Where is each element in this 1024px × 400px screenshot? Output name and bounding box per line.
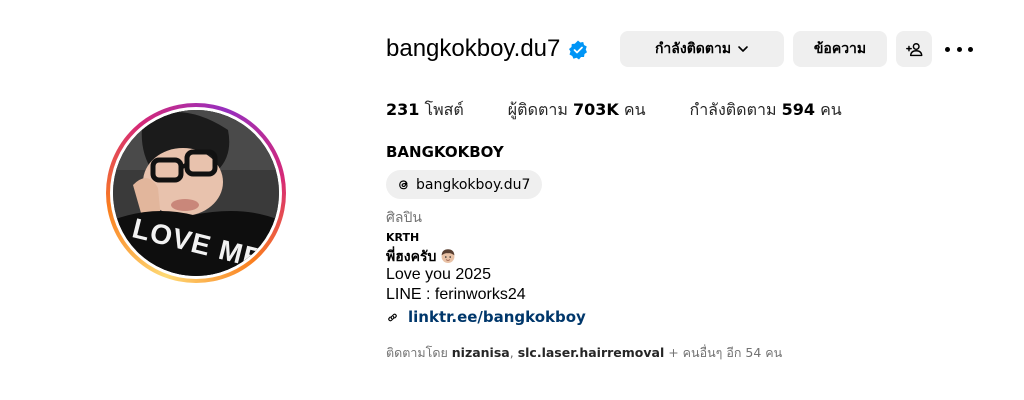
more-dot (945, 46, 950, 52)
bio-line-2: Love you 2025 (386, 266, 491, 283)
profile-stats: 231 โพสต์ ผู้ติดตาม 703K คน กำลังติดตาม … (386, 97, 886, 123)
bio-line-3: LINE : ferinworks24 (386, 286, 526, 303)
following-count: 594 (781, 99, 815, 119)
posts-label: โพสต์ (424, 99, 464, 119)
avatar-photo: LOVE ME (113, 110, 279, 276)
more-options-icon[interactable] (945, 38, 973, 60)
followers-unit: คน (623, 99, 646, 119)
more-dot (956, 46, 962, 52)
message-button-label: ข้อความ (813, 41, 867, 57)
more-dot (968, 46, 973, 52)
bio-tag: KRTH (386, 231, 420, 244)
followed-by[interactable]: ติดตามโดย nizanisa, slc.laser.hairremova… (386, 343, 782, 363)
profile-avatar[interactable]: LOVE ME (106, 103, 286, 283)
posts-count: 231 (386, 99, 420, 119)
following-stat[interactable]: กำลังติดตาม 594 คน (690, 98, 842, 123)
add-person-icon (905, 42, 922, 56)
boy-face-emoji-icon (441, 249, 455, 263)
bio-line-1-text: พี่ฮงครับ (386, 249, 437, 265)
posts-stat: 231 โพสต์ (386, 98, 464, 123)
mutual-follower-1[interactable]: nizanisa (452, 345, 510, 360)
link-icon (388, 313, 397, 321)
bio-link[interactable]: linktr.ee/bangkokboy (386, 308, 586, 326)
mutual-follower-2[interactable]: slc.laser.hairremoval (518, 345, 665, 360)
username: bangkokboy.du7 (386, 35, 561, 62)
verified-badge-icon (568, 40, 588, 60)
full-name: BANGKOKBOY (386, 143, 504, 161)
following-label: กำลังติดตาม (689, 99, 777, 119)
following-button[interactable]: กำลังติดตาม (620, 31, 784, 67)
followed-by-suffix: + คนอื่นๆ อีก 54 คน (668, 345, 783, 360)
threads-icon (399, 180, 408, 190)
following-unit: คน (820, 99, 842, 119)
profile-header: bangkokboy.du7 (386, 31, 588, 67)
followers-label: ผู้ติดตาม (507, 99, 568, 119)
followers-stat[interactable]: ผู้ติดตาม 703K คน (508, 98, 646, 123)
bio-line-1: พี่ฮงครับ (386, 246, 456, 268)
message-button[interactable]: ข้อความ (793, 31, 887, 67)
following-button-label: กำลังติดตาม (654, 41, 732, 57)
threads-badge[interactable]: bangkokboy.du7 (386, 170, 543, 199)
followers-count: 703K (572, 99, 619, 119)
followed-by-prefix: ติดตามโดย (386, 345, 448, 360)
followed-by-separator: , (509, 345, 514, 360)
chevron-down-icon (738, 46, 748, 52)
avatar-gap: LOVE ME (110, 107, 282, 279)
profile-category: ศิลปิน (386, 210, 422, 226)
bio-link-text: linktr.ee/bangkokboy (408, 308, 586, 326)
suggested-users-button[interactable] (896, 31, 932, 67)
threads-handle: bangkokboy.du7 (416, 176, 531, 193)
